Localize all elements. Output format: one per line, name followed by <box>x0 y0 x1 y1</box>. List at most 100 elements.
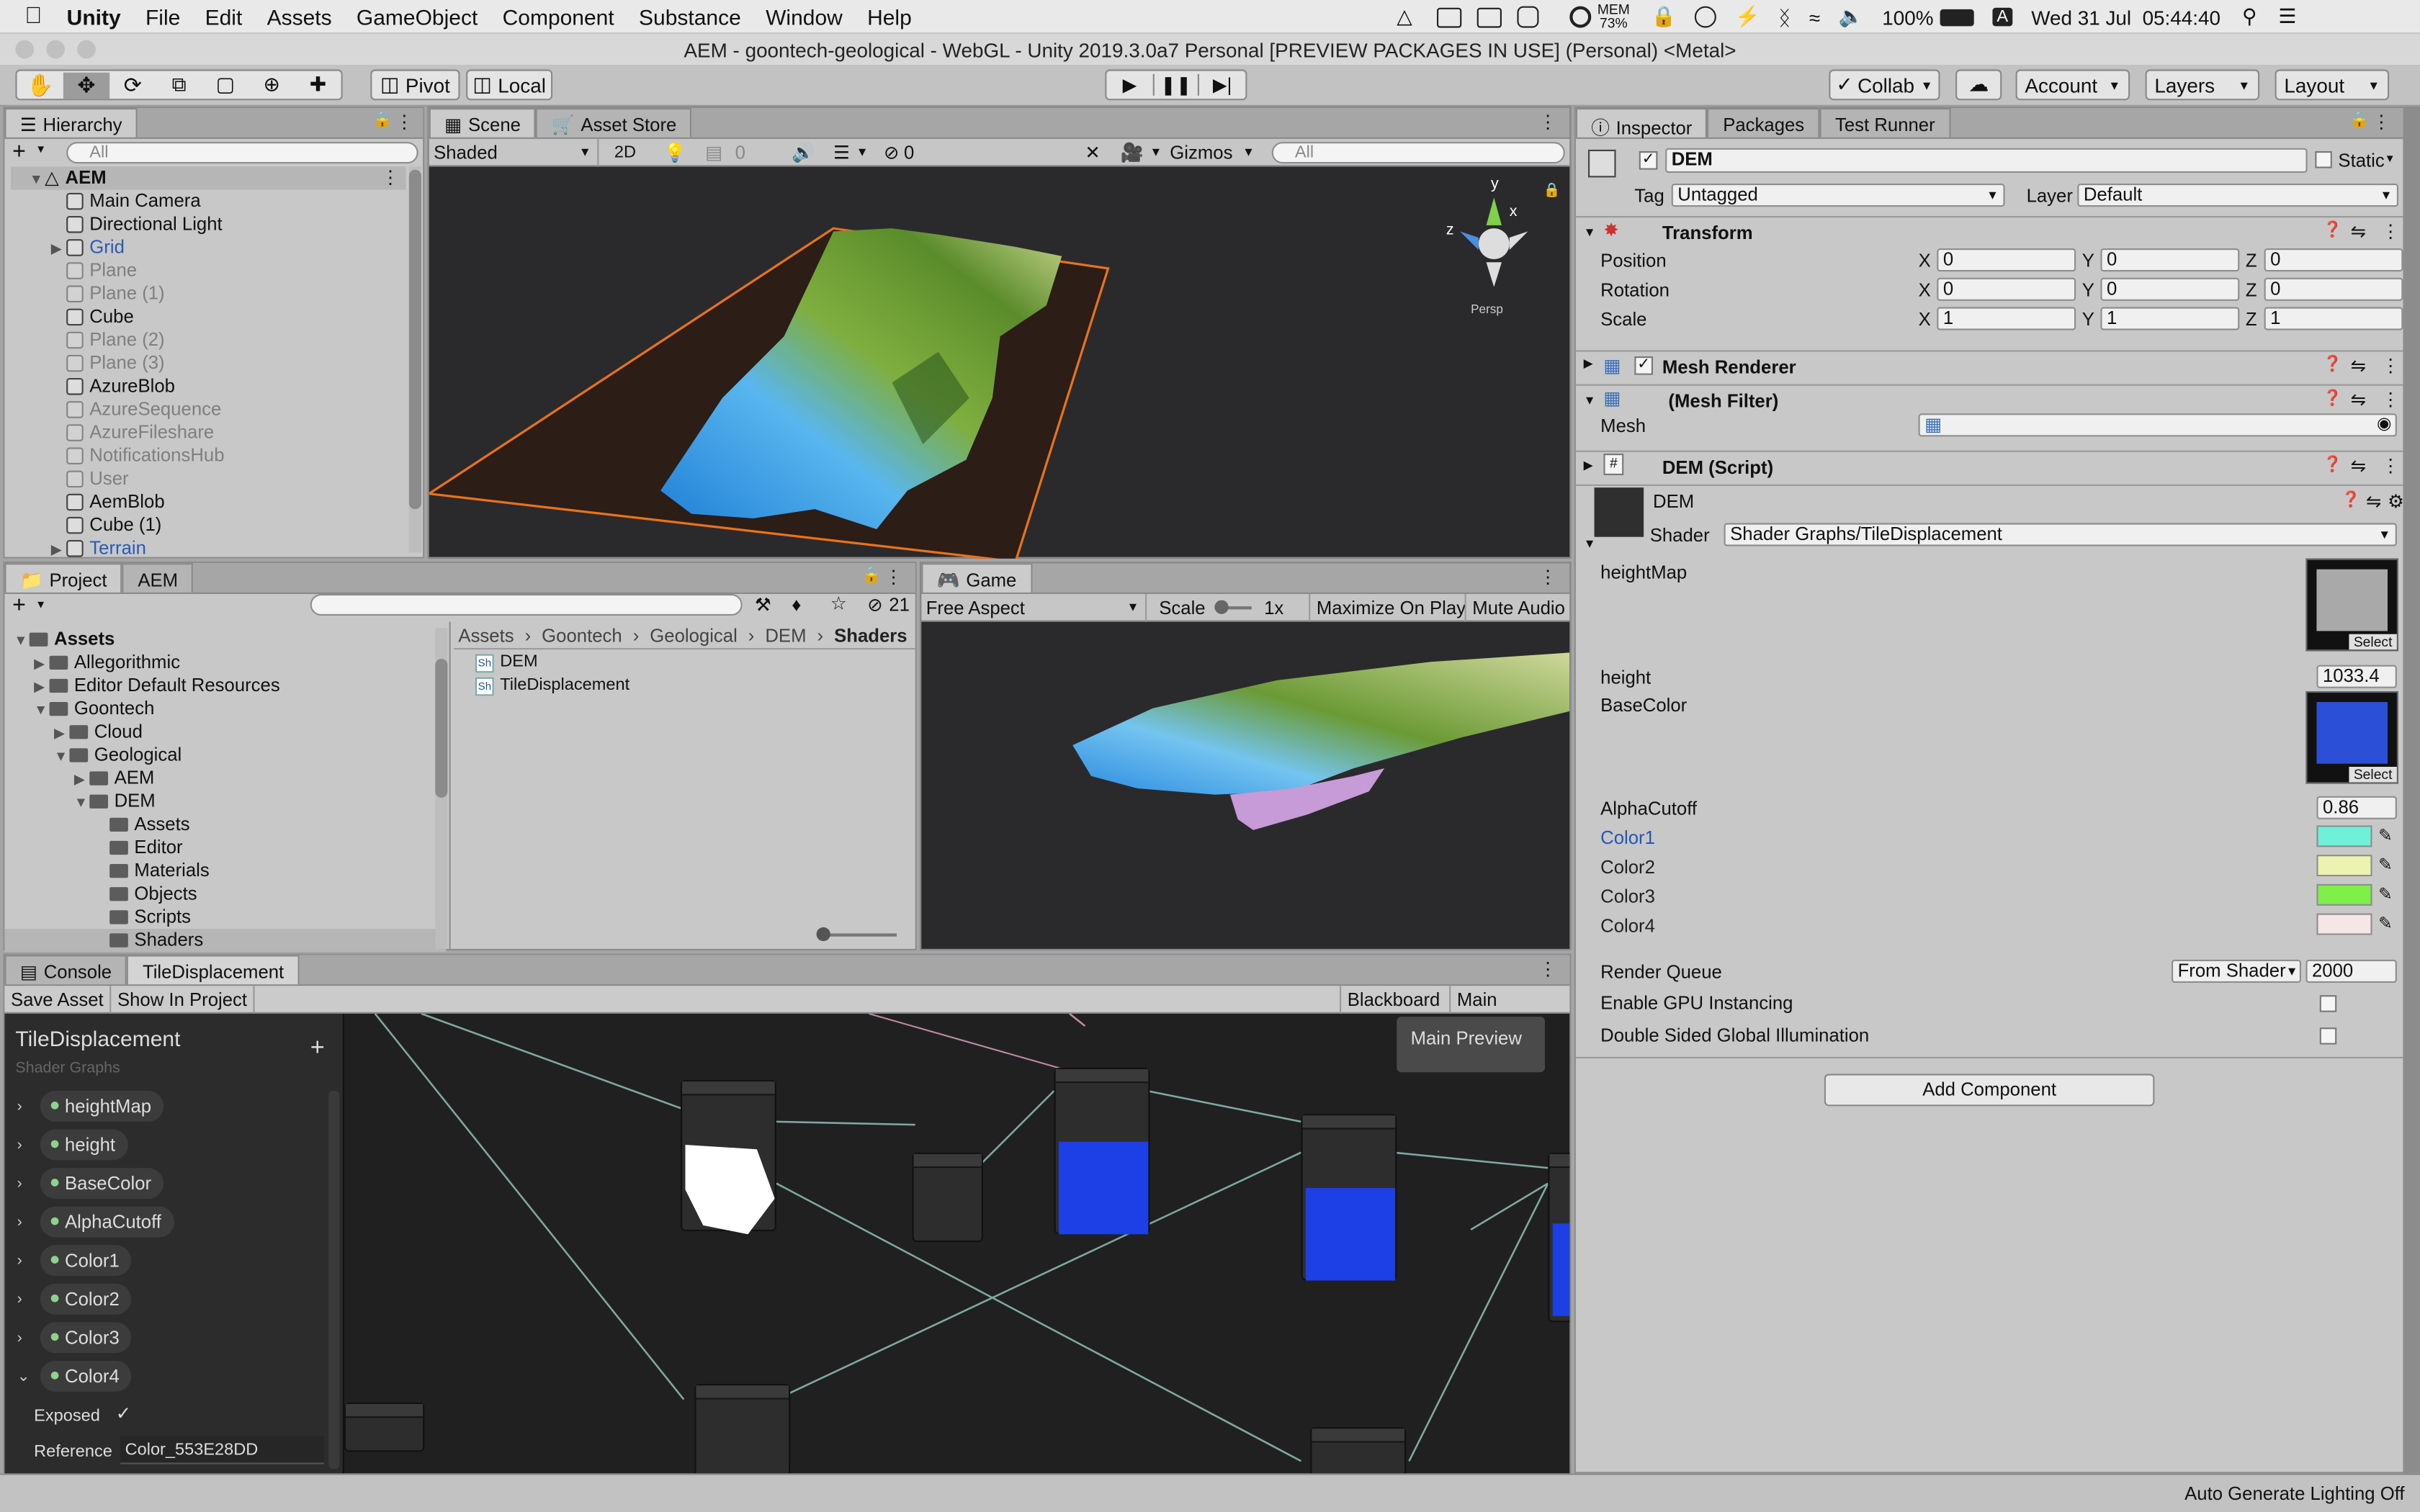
pause-icon[interactable]: ❚❚ <box>1152 73 1199 96</box>
create-plus-icon[interactable]: + <box>12 139 26 165</box>
project-folder-item[interactable]: Shaders <box>4 929 447 953</box>
heightmap-texture-slot[interactable]: Select <box>2305 558 2398 652</box>
remap-node-3[interactable] <box>1310 1427 1407 1474</box>
scene-viewport[interactable]: y x z Persp 🔒 <box>429 166 1570 559</box>
blackboard-toggle[interactable]: Blackboard <box>1340 985 1446 1013</box>
double-sided-gi-checkbox[interactable] <box>2319 1027 2337 1045</box>
blend-node-3[interactable] <box>1548 1152 1570 1323</box>
project-folder-item[interactable]: ▶ Cloud <box>4 721 446 744</box>
blackboard-property[interactable]: Color4 <box>40 1361 132 1392</box>
add-property-icon[interactable]: + <box>310 1035 325 1063</box>
blackboard-property[interactable]: height <box>40 1129 128 1161</box>
scale-tool-icon[interactable]: ⧉ <box>156 73 202 97</box>
transform-z-field[interactable]: 1 <box>2264 307 2403 330</box>
expand-closed-icon[interactable]: › <box>17 1292 22 1309</box>
game-viewport[interactable] <box>921 622 1570 949</box>
layout-dropdown[interactable]: Layout ▼ <box>2275 69 2390 101</box>
slider-thumb[interactable] <box>816 927 830 942</box>
project-search-input[interactable] <box>310 594 743 616</box>
shading-dropdown[interactable]: Shaded ▼ <box>429 138 599 166</box>
chevron-down-icon[interactable]: ▼ <box>856 145 869 158</box>
transform-x-field[interactable]: 0 <box>1937 277 2076 301</box>
eyedropper-icon[interactable]: ✎ <box>2378 825 2393 846</box>
tab-scene[interactable]: ▦ Scene <box>429 108 537 138</box>
hierarchy-item[interactable]: AemBlob <box>11 490 406 513</box>
split-node[interactable] <box>912 1152 983 1242</box>
memory-gauge-icon[interactable] <box>1569 6 1592 28</box>
height-field[interactable]: 1033.4 <box>2316 665 2397 688</box>
chevron-down-icon[interactable]: ▼ <box>1150 145 1162 158</box>
project-folder-item[interactable]: ▶ Allegorithmic <box>4 651 446 674</box>
hierarchy-item[interactable]: AzureBlob <box>11 375 406 398</box>
menu-edit[interactable]: Edit <box>205 4 243 28</box>
add-component-button[interactable]: Add Component <box>1824 1074 2155 1107</box>
more-icon[interactable]: ⋮ <box>1538 958 1557 980</box>
expand-closed-icon[interactable]: ▶ <box>1584 356 1593 370</box>
save-asset-button[interactable]: Save Asset <box>4 985 112 1013</box>
hierarchy-item[interactable]: Plane <box>11 259 406 282</box>
breadcrumb-item[interactable]: Geological <box>650 624 738 646</box>
audio-fx-icon[interactable]: ▤ <box>705 141 722 163</box>
help-icon[interactable]: ❓ <box>2323 222 2342 240</box>
lock-icon[interactable]: 🔒 <box>373 112 393 130</box>
tab-project[interactable]: 📁 Project <box>4 563 122 593</box>
mesh-renderer-checkbox[interactable]: ✓ <box>1634 356 1653 375</box>
project-folder-item[interactable]: Scripts <box>4 906 446 929</box>
rect-tool-icon[interactable]: ▢ <box>202 73 248 97</box>
property-node[interactable] <box>344 1402 425 1452</box>
eyedropper-icon[interactable]: ✎ <box>2378 855 2393 875</box>
preset-icon[interactable]: ⇋ <box>2366 490 2382 512</box>
color-swatch[interactable] <box>2316 883 2372 906</box>
effects-icon[interactable]: ☰ <box>833 141 850 163</box>
hierarchy-item[interactable]: Plane (1) <box>11 282 406 305</box>
tab-hierarchy[interactable]: ☰ Hierarchy <box>4 108 138 138</box>
more-icon[interactable]: ⋮ <box>1538 111 1557 132</box>
blackboard-property[interactable]: Color1 <box>40 1245 132 1277</box>
file-item[interactable]: Sh TileDisplacement <box>475 676 629 699</box>
color-swatch[interactable] <box>2316 825 2372 847</box>
expand-closed-icon[interactable]: › <box>17 1330 22 1347</box>
tag-dropdown[interactable]: Untagged ▼ <box>1671 183 2005 207</box>
notes-icon[interactable] <box>1517 6 1539 28</box>
pivot-button[interactable]: ◫ Pivot <box>370 69 460 101</box>
volume-icon[interactable]: 🔈 <box>1839 4 1864 29</box>
gizmos-dropdown[interactable]: Gizmos <box>1170 141 1232 163</box>
expand-closed-icon[interactable]: › <box>17 1214 22 1231</box>
expand-closed-icon[interactable]: ▶ <box>51 238 66 261</box>
preset-icon[interactable]: ⇋ <box>2351 455 2367 477</box>
hierarchy-item[interactable]: Plane (2) <box>11 328 406 351</box>
menu-gameobject[interactable]: GameObject <box>357 4 478 28</box>
eyedropper-icon[interactable]: ✎ <box>2378 914 2393 934</box>
project-folder-item[interactable]: Objects <box>4 883 446 906</box>
color-swatch[interactable] <box>2316 855 2372 877</box>
gpu-instancing-checkbox[interactable] <box>2319 995 2337 1012</box>
tab-packages[interactable]: Packages <box>1707 108 1820 138</box>
expand-closed-icon[interactable]: ▶ <box>34 676 49 699</box>
expand-closed-icon[interactable]: ▶ <box>54 722 69 745</box>
expand-open-icon[interactable]: ▼ <box>1584 537 1596 551</box>
accessibility-icon[interactable] <box>1695 6 1717 28</box>
clock[interactable]: Wed 31 Jul 05:44:40 <box>2031 6 2220 29</box>
step-icon[interactable]: ▶| <box>1199 74 1245 96</box>
preset-icon[interactable]: ⇋ <box>2351 355 2367 377</box>
battery-icon[interactable] <box>1940 8 1974 26</box>
menu-app[interactable]: Unity <box>67 4 121 28</box>
tab-test-runner[interactable]: Test Runner <box>1819 108 1951 138</box>
aspect-dropdown[interactable]: Free Aspect ▼ <box>921 593 1147 621</box>
hierarchy-item[interactable]: ▶ Grid <box>11 236 406 259</box>
more-icon[interactable]: ⋮ <box>2381 455 2400 477</box>
move-tool-icon[interactable]: ✥ <box>63 71 110 99</box>
expand-closed-icon[interactable]: ▶ <box>34 652 49 675</box>
more-icon[interactable]: ⋮ <box>1538 566 1557 588</box>
blackboard-property[interactable]: BaseColor <box>40 1168 164 1199</box>
basecolor-texture-slot[interactable]: Select <box>2305 691 2398 784</box>
render-queue-field[interactable]: 2000 <box>2305 959 2397 983</box>
tools-icon[interactable]: ✕ <box>1085 141 1101 163</box>
color-swatch[interactable] <box>2316 913 2372 935</box>
more-icon[interactable]: ⋮ <box>2381 220 2400 242</box>
expand-open-icon[interactable]: ▼ <box>34 699 49 722</box>
spotlight-icon[interactable]: ⚲ <box>2242 4 2257 29</box>
expand-closed-icon[interactable]: ▶ <box>1584 458 1593 472</box>
transform-z-field[interactable]: 0 <box>2264 277 2403 301</box>
camera-icon[interactable]: 🎥 <box>1121 141 1144 163</box>
